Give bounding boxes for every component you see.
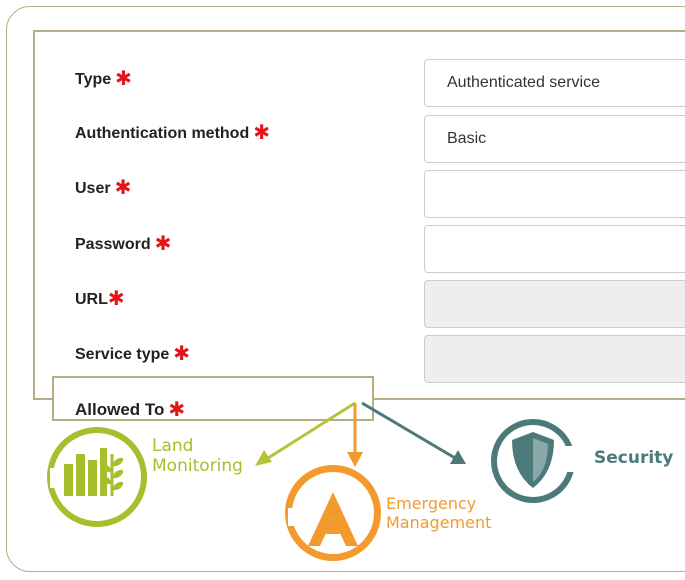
land-monitoring-name-line2: Monitoring [152, 456, 243, 476]
emergency-management-name-line2: Management [386, 513, 492, 532]
land-monitoring-name-line1: Land [152, 436, 194, 456]
emergency-management-service: Emergency Management [282, 462, 522, 572]
arrow-to-emergency-management [347, 403, 363, 467]
security-shield-icon [491, 419, 578, 503]
emergency-management-name-line1: Emergency [386, 494, 477, 513]
arrow-to-security [361, 401, 466, 464]
land-monitoring-service: Land Monitoring [44, 424, 264, 534]
emergency-management-icon [285, 465, 381, 561]
security-name: Security [594, 448, 674, 468]
arrow-to-land-monitoring [255, 401, 356, 466]
security-service: Security [488, 416, 685, 516]
land-monitoring-icon [47, 427, 147, 527]
